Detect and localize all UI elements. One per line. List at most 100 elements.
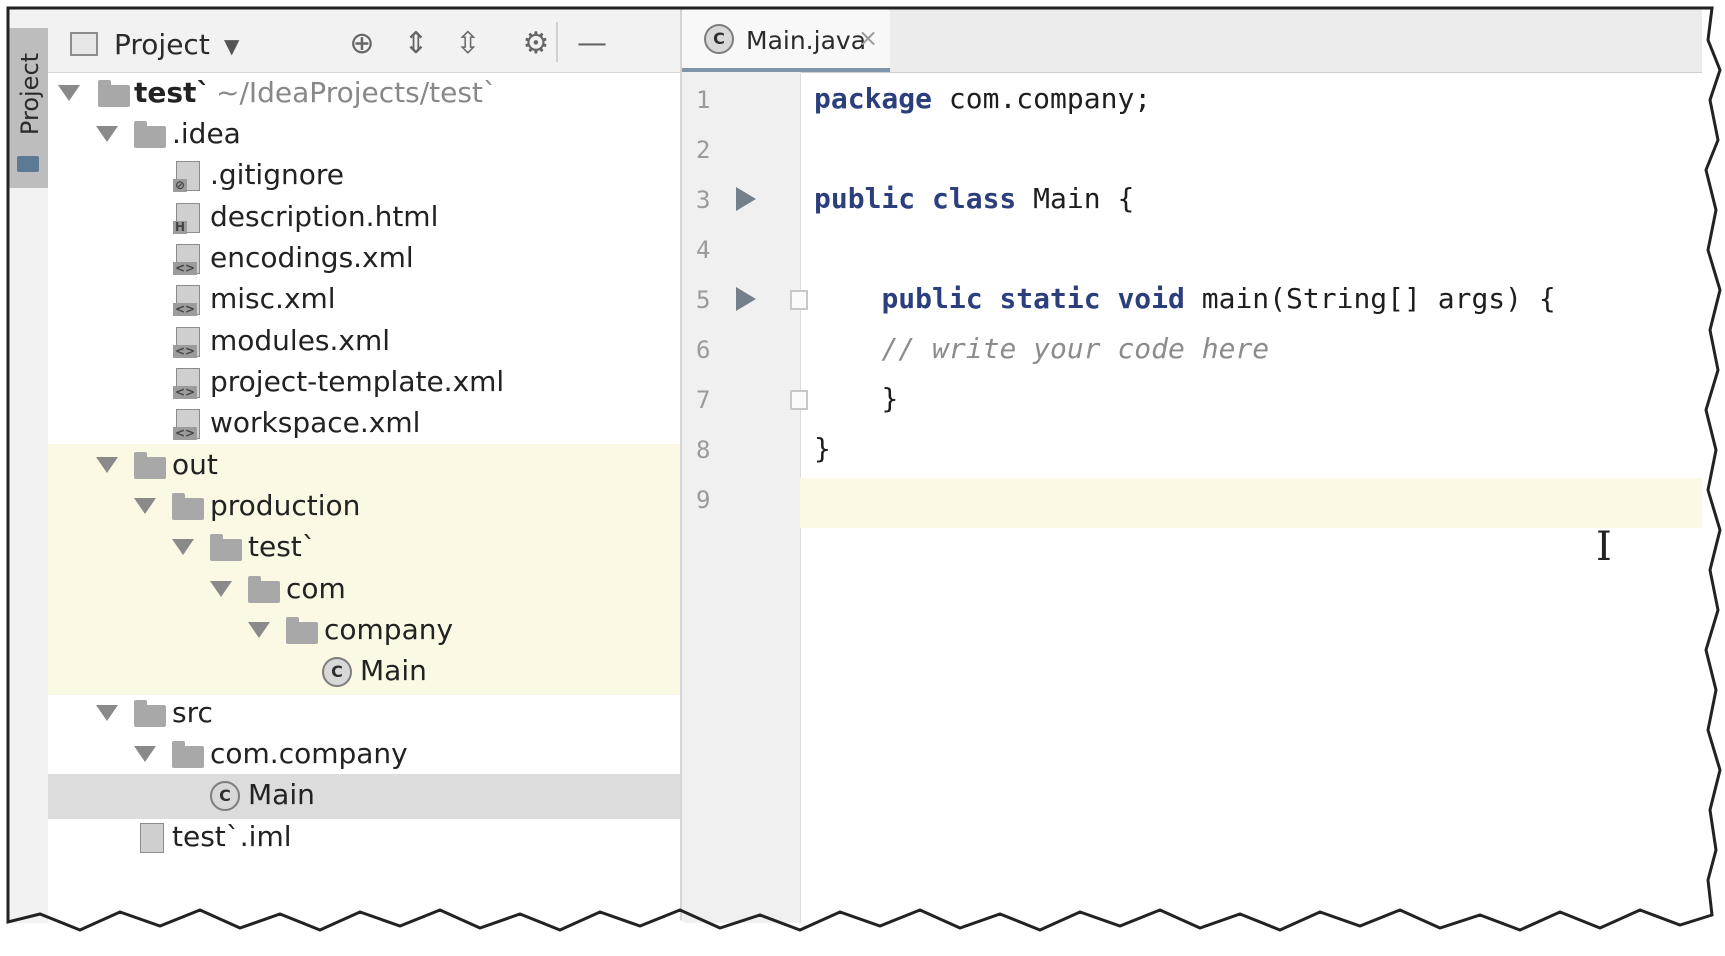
keyword: public class [814, 182, 1017, 215]
code-text: } [881, 382, 899, 415]
folder-icon [134, 452, 166, 479]
run-gutter-icon[interactable] [736, 187, 756, 211]
expand-arrow-icon[interactable] [172, 539, 194, 555]
folder-icon [134, 121, 166, 148]
expand-arrow-icon[interactable] [96, 126, 118, 142]
project-tool-label: Project [16, 52, 44, 136]
expand-arrow-icon[interactable] [134, 498, 156, 514]
code-line-6[interactable]: // write your code here [814, 332, 1269, 365]
tab-label: Main.java [746, 26, 867, 55]
tree-row-test-dir[interactable]: test` [48, 526, 680, 571]
line-number: 7 [696, 386, 711, 414]
tree-row-idea[interactable]: .idea [48, 113, 680, 158]
tree-label: com [286, 572, 346, 605]
expand-arrow-icon[interactable] [134, 746, 156, 762]
code-line-1[interactable]: package com.company; [814, 82, 1151, 115]
keyword: public static void [881, 282, 1185, 315]
gear-icon[interactable]: ⚙ [518, 26, 554, 62]
tree-label: workspace.xml [210, 406, 421, 439]
project-panel-header: Project ▼ ⊕ ⇕ ⇳ ⚙ — [48, 8, 680, 73]
tree-row-com[interactable]: com [48, 568, 680, 613]
tree-row-file[interactable]: H description.html [48, 196, 680, 241]
code-text: com.company; [932, 82, 1152, 115]
expand-arrow-icon[interactable] [96, 705, 118, 721]
current-line-highlight [800, 478, 1702, 528]
tree-row-com-company[interactable]: com.company [48, 733, 680, 778]
tree-label: production [210, 489, 361, 522]
project-view-icon [70, 32, 98, 56]
tree-label: com.company [210, 737, 408, 770]
keyword: package [814, 82, 933, 115]
project-view-title[interactable]: Project [114, 28, 210, 61]
expand-arrow-icon[interactable] [248, 622, 270, 638]
code-line-3[interactable]: public class Main { [814, 182, 1134, 215]
project-tool-tab[interactable]: Project [8, 28, 48, 188]
folder-icon [172, 493, 204, 520]
tree-row-company[interactable]: company [48, 609, 680, 654]
fold-icon[interactable] [790, 390, 808, 410]
tree-row-file[interactable]: <> misc.xml [48, 278, 680, 323]
ide-window: Project Project ▼ ⊕ ⇕ ⇳ ⚙ — test` ~/Idea… [0, 0, 1725, 956]
module-folder-icon [98, 80, 130, 107]
tree-path: ~/IdeaProjects/test` [216, 76, 497, 109]
code-text: Main { [1016, 182, 1135, 215]
close-icon[interactable]: × [858, 24, 878, 52]
line-number: 8 [696, 436, 711, 464]
tree-row-out-main[interactable]: C Main [48, 650, 680, 695]
tree-label: .gitignore [210, 158, 344, 191]
ignore-file-icon: ⊘ [173, 161, 200, 192]
editor-tab-main-java[interactable]: C Main.java × [682, 8, 890, 72]
code-text: } [814, 432, 831, 465]
tree-label: test` [134, 76, 211, 109]
expand-arrow-icon[interactable] [96, 457, 118, 473]
tree-row-iml[interactable]: test`.iml [48, 816, 680, 861]
tree-row-src-main[interactable]: C Main [48, 774, 680, 819]
code-line-5[interactable]: public static void main(String[] args) { [814, 282, 1556, 315]
toolbar-divider [556, 22, 558, 62]
tree-label: Main [248, 778, 315, 811]
html-file-icon: H [173, 203, 200, 234]
class-icon: C [704, 24, 734, 54]
chevron-down-icon[interactable]: ▼ [224, 34, 239, 58]
tree-row-file[interactable]: <> encodings.xml [48, 237, 680, 282]
comment-text: // write your code here [881, 332, 1270, 365]
tree-row-file[interactable]: <> project-template.xml [48, 361, 680, 406]
code-line-8[interactable]: } [814, 432, 831, 465]
tree-row-root[interactable]: test` ~/IdeaProjects/test` [48, 72, 680, 117]
locate-icon[interactable]: ⊕ [344, 26, 380, 62]
tree-label: misc.xml [210, 282, 336, 315]
tree-row-src[interactable]: src [48, 692, 680, 737]
tree-row-file[interactable]: ⊘ .gitignore [48, 154, 680, 199]
code-line-7[interactable]: } [814, 382, 898, 415]
minimize-icon[interactable]: — [574, 26, 610, 62]
line-number: 9 [696, 486, 711, 514]
tree-label: project-template.xml [210, 365, 505, 398]
line-number: 2 [696, 136, 711, 164]
tree-row-production[interactable]: production [48, 485, 680, 530]
xml-file-icon: <> [173, 368, 200, 399]
tree-label: company [324, 613, 454, 646]
tree-label: modules.xml [210, 324, 391, 357]
tree-label: .idea [172, 117, 241, 150]
class-icon: C [210, 781, 240, 811]
tree-row-file[interactable]: <> modules.xml [48, 320, 680, 365]
collapse-all-icon[interactable]: ⇳ [450, 26, 486, 62]
expand-arrow-icon[interactable] [58, 85, 80, 101]
expand-all-icon[interactable]: ⇕ [398, 26, 434, 62]
editor-gutter: 1 2 3 4 5 6 7 8 9 [682, 72, 808, 923]
folder-icon [286, 617, 318, 644]
project-panel: Project ▼ ⊕ ⇕ ⇳ ⚙ — test` ~/IdeaProjects… [48, 8, 682, 923]
xml-file-icon: <> [173, 244, 200, 275]
tree-row-out[interactable]: out [48, 444, 680, 489]
fold-icon[interactable] [790, 290, 808, 310]
run-gutter-icon[interactable] [736, 287, 756, 311]
module-file-icon [140, 823, 164, 853]
line-number: 4 [696, 236, 711, 264]
package-icon [172, 741, 204, 768]
expand-arrow-icon[interactable] [210, 581, 232, 597]
line-number: 1 [696, 86, 711, 114]
tree-label: test`.iml [172, 820, 292, 853]
tree-row-file[interactable]: <> workspace.xml [48, 402, 680, 447]
tree-label: Main [360, 654, 427, 687]
code-text: main(String[] args) { [1184, 282, 1556, 315]
